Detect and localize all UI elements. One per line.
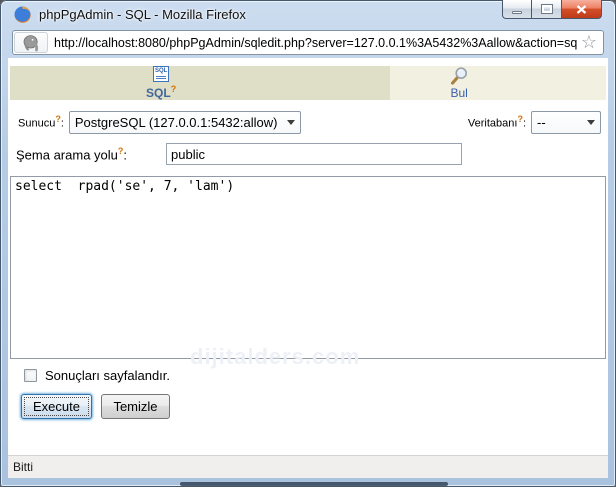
sql-query-textarea[interactable]: select rpad('se', 7, 'lam') [10,176,606,359]
postgresql-elephant-icon [23,34,39,51]
titlebar[interactable]: phpPgAdmin - SQL - Mozilla Firefox [0,0,616,28]
database-select-value: -- [537,114,546,130]
maximize-icon [540,4,553,14]
tab-bar: SQL SQL? Bul [10,66,606,100]
tab-find[interactable]: Bul [390,66,606,100]
server-database-row: Sunucu?: PostgreSQL (127.0.0.1:5432:allo… [18,110,601,134]
minimize-button[interactable] [502,0,532,19]
status-text: Bitti [13,460,34,474]
maximize-button[interactable] [532,0,561,19]
action-buttons: Execute Temizle [21,394,608,419]
magnifier-icon [451,67,468,85]
database-label: Veritabanı?: [467,114,526,130]
database-select[interactable]: -- [531,110,601,134]
server-select-value: PostgreSQL (127.0.0.1:5432:allow) [74,114,278,130]
page-content: SQL SQL? Bul Sunucu?: PostgreSQL (127.0.… [8,58,608,455]
status-bar: Bitti [8,455,608,478]
site-identity-button[interactable] [14,32,48,53]
window-controls [502,0,602,19]
tab-find-label: Bul [450,86,468,100]
server-select[interactable]: PostgreSQL (127.0.0.1:5432:allow) [68,110,301,134]
schema-label: Şema arama yolu?: [16,145,128,163]
minimize-icon [512,10,522,14]
schema-input[interactable] [166,143,462,165]
window-bottom-shade [180,482,448,486]
tab-sql-label: SQL? [146,84,177,100]
firefox-window: phpPgAdmin - SQL - Mozilla Firefox http:… [0,0,616,487]
clear-button[interactable]: Temizle [100,394,170,419]
close-button[interactable] [561,0,602,19]
tab-sql[interactable]: SQL SQL? [10,66,391,100]
dropdown-arrow-icon [587,119,595,125]
close-icon [576,4,587,14]
window-title: phpPgAdmin - SQL - Mozilla Firefox [39,7,246,22]
schema-row: Şema arama yolu?: [16,143,608,165]
sql-document-icon: SQL [153,66,170,82]
bookmark-star-icon[interactable]: ☆ [581,33,597,51]
paginate-label: Sonuçları sayfalandır. [45,368,171,383]
execute-button[interactable]: Execute [21,394,92,419]
paginate-checkbox[interactable] [24,369,37,382]
url-input[interactable] [54,35,577,50]
sql-help-marker[interactable]: ? [171,84,177,94]
navigation-bar: ☆ [0,28,616,58]
url-bar[interactable]: ☆ [12,30,604,55]
firefox-icon [14,6,31,23]
database-group: Veritabanı?: -- [467,110,601,134]
server-label: Sunucu?: [18,114,64,130]
dropdown-arrow-icon [286,119,295,125]
paginate-row: Sonuçları sayfalandır. [24,368,608,383]
